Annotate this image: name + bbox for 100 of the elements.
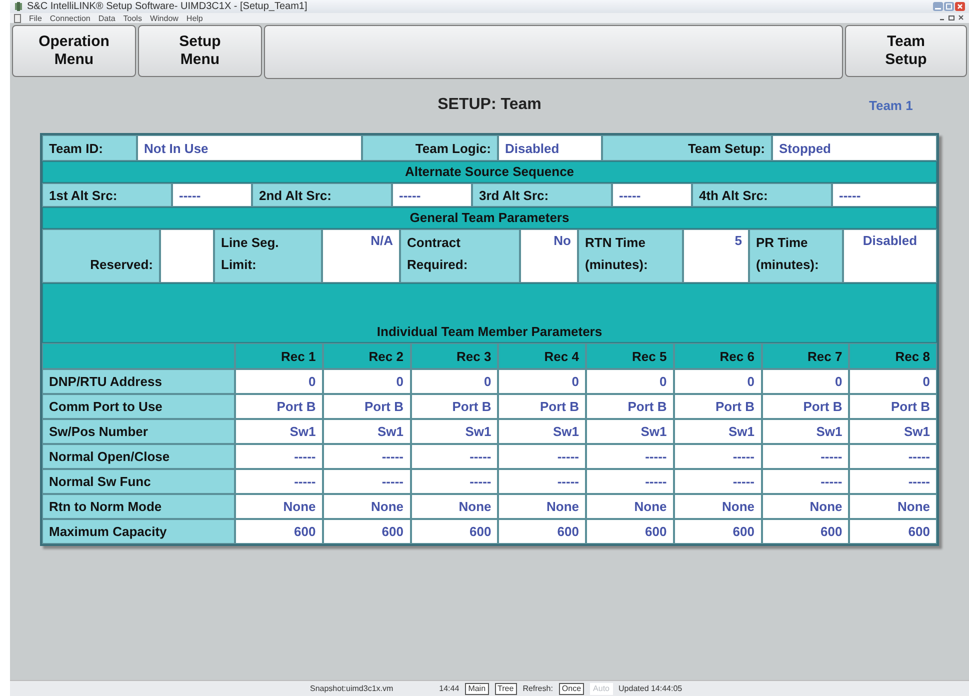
table-cell[interactable]: ----- [674,469,762,494]
table-cell[interactable]: None [849,494,937,519]
child-window-controls-icon[interactable] [939,14,965,22]
table-cell[interactable]: 600 [322,519,410,544]
field-value[interactable]: ----- [392,183,472,207]
table-cell[interactable]: Sw1 [410,419,498,444]
refresh-label: Refresh: [522,684,553,693]
table-cell[interactable]: ----- [498,444,586,469]
field-value[interactable]: ----- [172,183,252,207]
table-cell[interactable]: Port B [498,394,586,419]
table-cell[interactable]: ----- [410,444,498,469]
field-label: PR Time (minutes): [749,229,843,283]
table-cell[interactable]: 0 [235,369,323,394]
field-value[interactable]: ----- [612,183,692,207]
table-cell[interactable]: ----- [586,444,674,469]
table-cell[interactable]: Port B [586,394,674,419]
section-header: General Team Parameters [42,207,937,229]
table-cell[interactable]: 600 [410,519,498,544]
table-cell[interactable]: ----- [762,469,850,494]
menu-item[interactable]: Window [150,14,178,22]
table-cell[interactable]: None [674,494,762,519]
table-cell[interactable]: 0 [498,369,586,394]
table-cell[interactable]: Port B [235,394,323,419]
table-cell[interactable]: None [762,494,850,519]
field-label: 2nd Alt Src: [252,183,392,207]
table-cell[interactable]: None [586,494,674,519]
table-cell[interactable]: Sw1 [849,419,937,444]
table-cell[interactable]: ----- [849,469,937,494]
table-cell[interactable]: None [498,494,586,519]
table-cell[interactable]: ----- [586,469,674,494]
field-label: Team Logic: [362,135,498,161]
field-value[interactable]: Stopped [772,135,937,161]
table-cell[interactable]: 0 [674,369,762,394]
menu-item[interactable]: Tools [123,14,142,22]
row-label: Comm Port to Use [42,394,235,419]
table-cell[interactable]: 600 [586,519,674,544]
table-cell[interactable]: ----- [235,469,323,494]
minimize-icon[interactable] [933,2,943,11]
column-header: Rec 3 [410,343,498,369]
row-label: Normal Open/Close [42,444,235,469]
field-value[interactable]: ----- [832,183,937,207]
table-cell[interactable]: 600 [762,519,850,544]
table-cell[interactable]: ----- [235,444,323,469]
row-label: Rtn to Norm Mode [42,494,235,519]
table-cell[interactable]: None [410,494,498,519]
field-value[interactable]: 5 [683,229,749,283]
field-value[interactable]: Not In Use [137,135,362,161]
field-value[interactable]: Disabled [498,135,602,161]
table-cell[interactable]: 0 [762,369,850,394]
menu-button[interactable]: Operation Menu [12,25,136,77]
menu-item[interactable]: Data [98,14,116,22]
table-cell[interactable]: Sw1 [674,419,762,444]
table-cell[interactable]: 600 [849,519,937,544]
menu-item[interactable]: Connection [50,14,90,22]
refresh-mode-button[interactable]: Once [558,682,584,694]
status-button[interactable]: Main [465,682,489,694]
field-value[interactable]: N/A [322,229,400,283]
table-cell[interactable]: Sw1 [586,419,674,444]
menu-item[interactable]: File [29,14,42,22]
table-cell[interactable]: ----- [849,444,937,469]
table-cell[interactable]: Port B [762,394,850,419]
table-cell[interactable]: ----- [410,469,498,494]
table-cell[interactable]: Port B [849,394,937,419]
table-cell[interactable]: Sw1 [322,419,410,444]
field-label: Team Setup: [602,135,772,161]
table-cell[interactable]: None [322,494,410,519]
table-cell[interactable]: 0 [586,369,674,394]
field-label: 1st Alt Src: [42,183,172,207]
table-cell[interactable]: Sw1 [235,419,323,444]
table-cell[interactable]: Sw1 [762,419,850,444]
table-cell[interactable]: Sw1 [498,419,586,444]
column-header: Rec 6 [674,343,762,369]
field-value[interactable]: No [520,229,578,283]
table-cell[interactable]: 600 [674,519,762,544]
menu-item[interactable]: Help [186,14,203,22]
column-header: Rec 7 [762,343,850,369]
table-cell[interactable]: ----- [498,469,586,494]
table-cell[interactable]: Port B [322,394,410,419]
table-cell[interactable]: 600 [235,519,323,544]
menu-button[interactable]: Setup Menu [138,25,262,77]
status-button[interactable]: Tree [494,682,517,694]
table-cell[interactable]: 600 [498,519,586,544]
table-cell[interactable]: ----- [322,469,410,494]
close-icon[interactable] [955,2,965,11]
column-header: Rec 2 [322,343,410,369]
row-label: DNP/RTU Address [42,369,235,394]
field-value[interactable]: Disabled [843,229,937,283]
menu-button[interactable]: Team Setup [845,25,967,77]
table-cell[interactable]: 0 [322,369,410,394]
table-cell[interactable]: 0 [849,369,937,394]
table-cell[interactable]: 0 [410,369,498,394]
table-cell[interactable]: Port B [410,394,498,419]
table-cell[interactable]: ----- [674,444,762,469]
table-cell[interactable]: ----- [322,444,410,469]
table-cell[interactable]: ----- [762,444,850,469]
table-cell[interactable]: None [235,494,323,519]
column-header: Rec 5 [586,343,674,369]
row-label: Maximum Capacity [42,519,235,544]
clock-time: 14:44 [439,684,460,693]
table-cell[interactable]: Port B [674,394,762,419]
